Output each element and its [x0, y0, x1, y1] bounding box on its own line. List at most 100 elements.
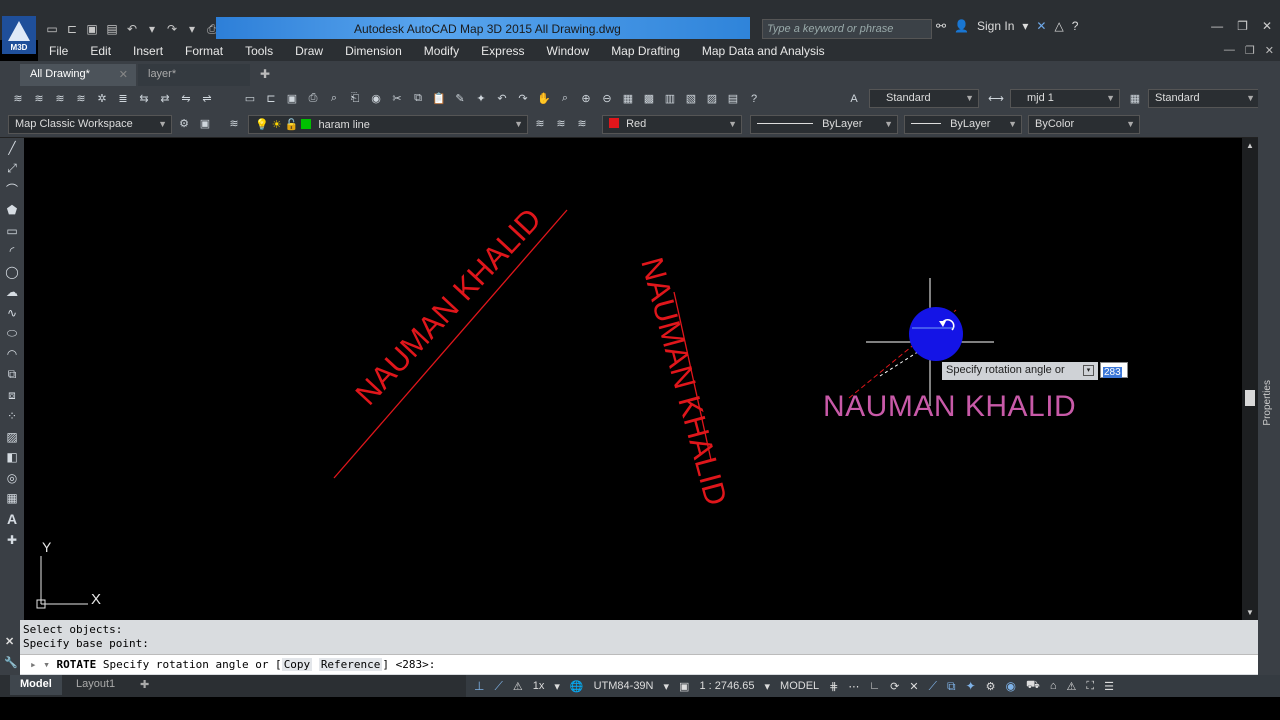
color-select[interactable]: Red ▼: [602, 115, 742, 134]
menu-window[interactable]: Window: [536, 44, 601, 58]
rotate-grip[interactable]: [909, 307, 963, 361]
menu-insert[interactable]: Insert: [122, 44, 174, 58]
model-space-toggle[interactable]: MODEL: [780, 680, 819, 692]
table-icon[interactable]: ▦: [0, 488, 24, 509]
match-layer-icon[interactable]: ⇆: [136, 91, 152, 106]
zoom-realtime-icon[interactable]: ⌕: [557, 91, 573, 106]
table-style-select[interactable]: Standard ▼: [1148, 89, 1260, 108]
option-copy[interactable]: Copy: [281, 658, 313, 671]
layer-merge-icon[interactable]: ⇌: [199, 91, 215, 106]
undo-dropdown-icon[interactable]: ▾: [144, 22, 160, 36]
make-block-icon[interactable]: ⧈: [0, 385, 24, 406]
polyline-icon[interactable]: ⌒: [0, 179, 24, 200]
osnap-icon[interactable]: ✕: [909, 680, 918, 693]
publish-icon[interactable]: ⎗: [347, 91, 363, 106]
selection-cycling-icon[interactable]: ⧉: [947, 679, 956, 694]
layer-off-icon[interactable]: ≣: [115, 91, 131, 106]
command-recent-icon[interactable]: ▸ ▾: [30, 658, 50, 671]
copy-icon[interactable]: ⧉: [410, 91, 426, 106]
region-icon[interactable]: ◎: [0, 468, 24, 489]
save-toolbar-icon[interactable]: ▣: [284, 91, 300, 106]
selected-text-preview[interactable]: NAUMAN KHALID: [823, 390, 1076, 424]
scroll-up-icon[interactable]: ▲: [1246, 141, 1254, 150]
customize-icon[interactable]: ▣: [197, 116, 213, 131]
block-editor-icon[interactable]: ✦: [473, 91, 489, 106]
add-layout-icon[interactable]: ✚: [130, 675, 159, 695]
construction-line-icon[interactable]: ⤢: [0, 159, 24, 180]
markup-icon[interactable]: ▨: [704, 91, 720, 106]
tab-all-drawing[interactable]: All Drawing* ✕: [20, 64, 136, 86]
grid-toggle-icon[interactable]: ⊥: [474, 679, 484, 693]
revision-cloud-icon[interactable]: ☁: [0, 282, 24, 303]
chevron-down-icon[interactable]: ▾: [554, 680, 560, 693]
sheet-set-icon[interactable]: ▧: [683, 91, 699, 106]
rotation-angle-input[interactable]: 283: [1100, 362, 1128, 378]
insert-block-icon[interactable]: ⧉: [0, 365, 24, 386]
workspace-settings-icon[interactable]: ⚙: [176, 116, 192, 131]
dimension-style-icon[interactable]: ⟷: [988, 91, 1004, 106]
exchange-icon[interactable]: ✕: [1036, 19, 1046, 33]
redo-dropdown-icon[interactable]: ▾: [184, 22, 200, 36]
zoom-window-icon[interactable]: ⊕: [578, 91, 594, 106]
close-icon[interactable]: ✕: [1262, 19, 1272, 33]
new-file-icon[interactable]: ▭: [44, 22, 60, 36]
tab-close-icon[interactable]: ✕: [119, 68, 128, 81]
polar-tracking-icon[interactable]: ⟳: [890, 680, 899, 693]
help-icon[interactable]: ?: [1072, 19, 1079, 33]
application-menu-button[interactable]: M3D: [2, 16, 36, 54]
qnew-icon[interactable]: ▭: [242, 91, 258, 106]
isolate-objects-icon[interactable]: ◉: [1006, 679, 1016, 693]
doc-restore-icon[interactable]: ❐: [1245, 44, 1255, 57]
plot-preview-icon[interactable]: ⌕: [326, 91, 342, 106]
workspace-select[interactable]: Map Classic Workspace ▼: [8, 115, 172, 134]
vertical-scrollbar[interactable]: ▲ ▼: [1242, 138, 1258, 620]
drawing-text-1[interactable]: NAUMAN KHALID: [349, 201, 548, 411]
grid-display-icon[interactable]: ⋕: [829, 680, 838, 693]
help-toolbar-icon[interactable]: ?: [746, 91, 762, 106]
restore-icon[interactable]: ❐: [1237, 19, 1248, 33]
workspace-switch-icon[interactable]: ⚙: [986, 680, 996, 693]
scrollbar-thumb[interactable]: [1245, 390, 1255, 406]
line-icon[interactable]: ╱: [0, 138, 24, 159]
undo-icon[interactable]: ↶: [124, 22, 140, 36]
minimize-icon[interactable]: —: [1211, 19, 1223, 33]
notification-icon[interactable]: ⚠: [1067, 680, 1077, 693]
undo-toolbar-icon[interactable]: ↶: [494, 91, 510, 106]
multiline-text-icon[interactable]: A: [0, 509, 24, 530]
save-as-icon[interactable]: ▤: [104, 22, 120, 36]
calculator-icon[interactable]: ▤: [725, 91, 741, 106]
layer-select[interactable]: 💡 ☀ 🔓 haram line ▼: [248, 115, 528, 134]
pan-icon[interactable]: ✋: [536, 91, 552, 106]
layer-states-icon[interactable]: ≋: [574, 116, 590, 131]
menu-file[interactable]: File: [38, 44, 79, 58]
command-close-icon[interactable]: ✕: [5, 635, 14, 648]
snap-mode-icon[interactable]: ⋯: [848, 680, 859, 693]
menu-draw[interactable]: Draw: [284, 44, 334, 58]
annotation-scale-icon[interactable]: ⚠: [513, 680, 523, 693]
make-current-icon[interactable]: ≋: [532, 116, 548, 131]
save-icon[interactable]: ▣: [84, 22, 100, 36]
hatch-icon[interactable]: ▨: [0, 426, 24, 447]
redo-toolbar-icon[interactable]: ↷: [515, 91, 531, 106]
redo-icon[interactable]: ↷: [164, 22, 180, 36]
drawing-text-2[interactable]: NAUMAN KHALID: [634, 254, 734, 509]
tool-palettes-icon[interactable]: ▥: [662, 91, 678, 106]
add-selected-icon[interactable]: ✚: [0, 529, 24, 550]
table-style-icon[interactable]: ▦: [1127, 91, 1143, 106]
annotation-scale[interactable]: 1x: [533, 680, 545, 692]
menu-map-drafting[interactable]: Map Drafting: [600, 44, 691, 58]
lineweight-toggle-icon[interactable]: ⟋: [929, 679, 937, 694]
layer-state-icon[interactable]: ≋: [31, 91, 47, 106]
arc-icon[interactable]: ◜: [0, 241, 24, 262]
point-icon[interactable]: ⁘: [0, 406, 24, 427]
layer-properties-icon[interactable]: ≋: [10, 91, 26, 106]
menu-format[interactable]: Format: [174, 44, 234, 58]
binoculars-icon[interactable]: ⚯: [936, 19, 946, 33]
open-file-icon[interactable]: ⊏: [64, 22, 80, 36]
layer-previous-icon[interactable]: ≋: [52, 91, 68, 106]
layer-isolate-icon[interactable]: ≋: [73, 91, 89, 106]
polygon-icon[interactable]: ⬟: [0, 200, 24, 221]
command-input[interactable]: ▸ ▾ ROTATE Specify rotation angle or [Co…: [20, 654, 1258, 674]
linetype-select[interactable]: ByLayer ▼: [750, 115, 898, 134]
chevron-down-icon[interactable]: ▾: [664, 680, 670, 693]
